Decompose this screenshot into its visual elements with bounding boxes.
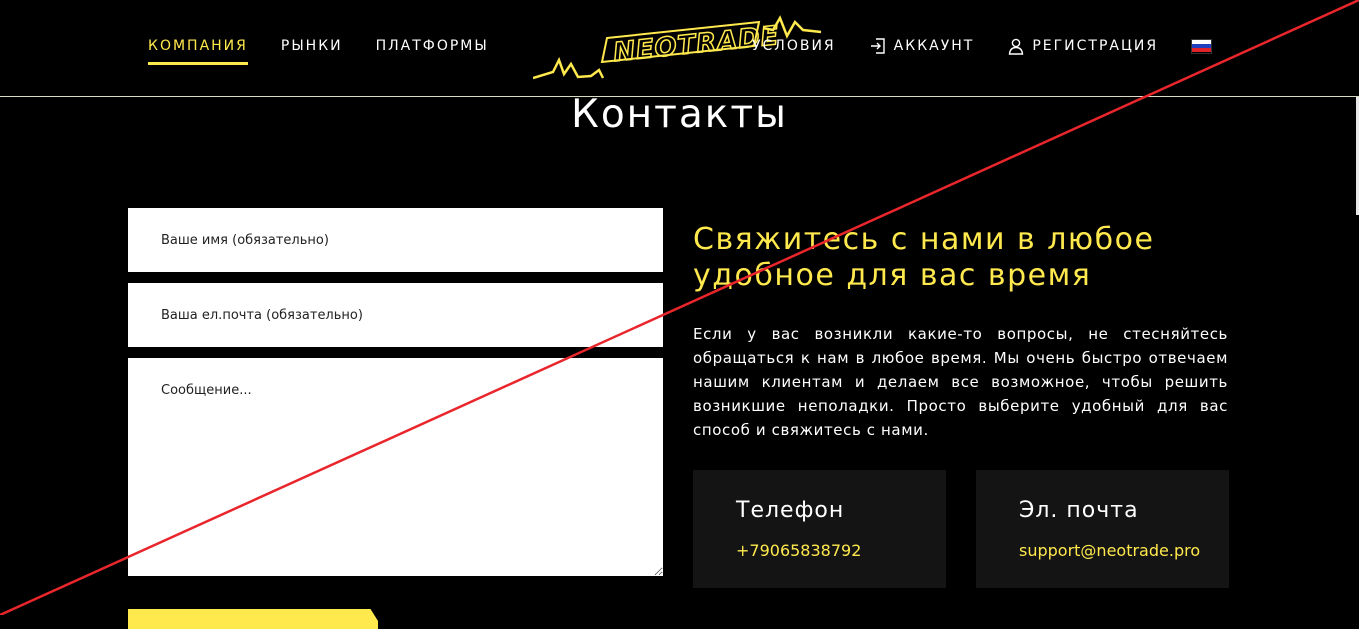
contact-heading: Свяжитесь с нами в любое удобное для вас…	[693, 222, 1155, 293]
submit-button[interactable]	[128, 609, 378, 629]
phone-card-title: Телефон	[736, 498, 845, 523]
page-title: Контакты	[571, 92, 788, 137]
nav-markets[interactable]: РЫНКИ	[281, 38, 343, 65]
email-card-title: Эл. почта	[1019, 498, 1139, 523]
login-icon	[870, 38, 885, 54]
phone-card: Телефон +79065838792	[693, 470, 946, 588]
name-input[interactable]	[128, 208, 663, 272]
nav-company[interactable]: КОМПАНИЯ	[148, 38, 248, 65]
nav-account-label: АККАУНТ	[893, 38, 975, 54]
email-input[interactable]	[128, 283, 663, 347]
message-textarea[interactable]	[128, 358, 663, 576]
nav-register-label: РЕГИСТРАЦИЯ	[1032, 38, 1159, 54]
main-nav-right: УСЛОВИЯ АККАУНТ РЕГИСТРАЦИЯ	[752, 37, 1213, 55]
nav-account[interactable]: АККАУНТ	[869, 37, 975, 55]
contact-description: Если у вас возникли какие-то вопросы, не…	[693, 325, 1228, 439]
main-nav-left: КОМПАНИЯ РЫНКИ ПЛАТФОРМЫ	[148, 38, 489, 65]
email-link[interactable]: support@neotrade.pro	[1019, 541, 1200, 560]
user-icon	[1009, 38, 1024, 55]
ru-flag-icon[interactable]	[1191, 38, 1213, 54]
nav-register[interactable]: РЕГИСТРАЦИЯ	[1007, 37, 1158, 55]
phone-link[interactable]: +79065838792	[736, 541, 861, 560]
nav-terms[interactable]: УСЛОВИЯ	[752, 38, 836, 54]
email-card: Эл. почта support@neotrade.pro	[976, 470, 1229, 588]
nav-platforms[interactable]: ПЛАТФОРМЫ	[376, 38, 489, 65]
